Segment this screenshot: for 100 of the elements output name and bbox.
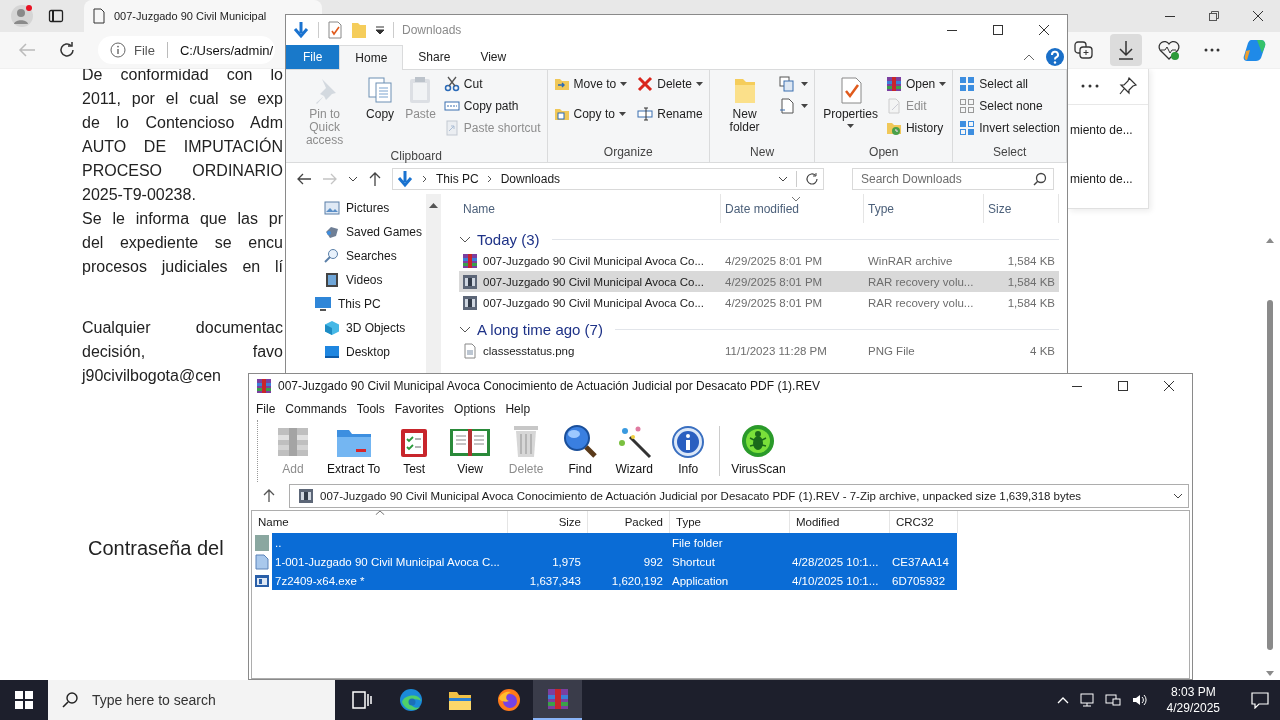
group-header[interactable]: A long time ago (7) (477, 321, 603, 338)
ribbon-button[interactable]: Properties (821, 73, 880, 145)
search-field[interactable]: Search Downloads (852, 167, 1054, 190)
scroll-up-icon[interactable] (429, 202, 438, 208)
column-header[interactable]: Name (459, 194, 721, 223)
sidebar-item[interactable]: Videos (286, 268, 426, 292)
volume-icon[interactable] (1130, 692, 1147, 708)
sidebar-item[interactable]: Pictures (286, 196, 426, 220)
ribbon-tab[interactable]: Share (403, 45, 466, 69)
taskbar-button[interactable] (533, 680, 582, 720)
file-row[interactable]: 007-Juzgado 90 Civil Municipal Avoca Co... 4/29/2025 8:01 PM RAR recovery volu... 1,584 KB (459, 292, 1059, 313)
menu-item[interactable]: Help (500, 402, 536, 416)
collapse-ribbon-icon[interactable] (1023, 53, 1035, 61)
toolbar-button[interactable]: Find (553, 420, 608, 482)
file-row[interactable]: 7z2409-x64.exe * 1,637,343 1,620,192 Application 4/10/2025 10:1... 6D705932 (272, 571, 957, 590)
pin-icon[interactable] (1118, 76, 1138, 96)
close-icon[interactable] (1038, 24, 1050, 36)
maximize-icon[interactable] (992, 24, 1004, 36)
column-header[interactable]: Size (984, 194, 1059, 223)
path-dropdown[interactable]: 007-Juzgado 90 Civil Municipal Avoca Conocimiento de Actuación Judicial por Desacato PDF (1).REV - 7-Zip archive, unpacked size 1,639,318 bytes (289, 484, 1189, 508)
browser-icon[interactable] (398, 688, 423, 712)
download-item[interactable]: miento de... (1068, 105, 1133, 154)
file-row[interactable]: 007-Juzgado 90 Civil Municipal Avoca Co... 4/29/2025 8:01 PM WinRAR archive 1,584 KB (459, 250, 1059, 271)
menu-item[interactable]: Favorites (389, 402, 450, 416)
scrollbar[interactable] (1265, 236, 1275, 678)
clock[interactable]: 8:03 PM 4/29/2025 (1156, 684, 1230, 716)
menu-item[interactable]: Options (449, 402, 501, 416)
scroll-up-icon[interactable] (1265, 236, 1275, 244)
profile-icon[interactable] (10, 4, 34, 28)
maximize-icon[interactable] (1117, 380, 1129, 392)
file-row[interactable]: .. File folder (272, 533, 957, 552)
download-item[interactable]: miento de... (1068, 154, 1133, 203)
ribbon-button[interactable]: Select none (959, 95, 1060, 117)
ribbon-button[interactable]: Move to (553, 73, 628, 95)
dropdown-icon[interactable] (778, 174, 788, 183)
recent-caret-icon[interactable] (348, 174, 358, 183)
ribbon-button[interactable]: Open (885, 73, 947, 95)
sidebar-item[interactable]: Saved Games (286, 220, 426, 244)
file-row[interactable]: 1-001-Juzgado 90 Civil Municipal Avoca C... 1,975 992 Shortcut 4/28/2025 10:1... CE37AA14 (272, 552, 957, 571)
fox-globe-icon[interactable] (496, 688, 521, 712)
scrollbar[interactable] (426, 194, 441, 373)
ribbon-tab[interactable]: Home (339, 45, 404, 70)
ribbon-button[interactable] (779, 95, 809, 117)
file-row[interactable]: 007-Juzgado 90 Civil Municipal Avoca Co... 4/29/2025 8:01 PM RAR recovery volu... 1,584 KB (459, 271, 1059, 292)
toolbar-button[interactable]: View (441, 420, 500, 482)
help-icon[interactable] (1045, 47, 1065, 67)
ribbon-button[interactable]: Rename (637, 103, 703, 125)
monitor-network-icon[interactable] (1104, 692, 1121, 708)
task-view-icon[interactable] (350, 690, 373, 710)
taskbar-search-field[interactable]: Type here to search (48, 680, 335, 720)
tray-expand-icon[interactable] (1056, 696, 1069, 704)
folder-icon[interactable] (447, 689, 472, 711)
scroll-down-icon[interactable] (1265, 670, 1275, 678)
customize-caret-icon[interactable] (375, 25, 385, 35)
column-header[interactable]: Date modified (721, 194, 864, 223)
sidebar-item[interactable]: Searches (286, 244, 426, 268)
close-icon[interactable] (1252, 10, 1264, 22)
breadcrumb-item[interactable]: This PC (436, 171, 479, 186)
sidebar-item[interactable]: Desktop (286, 340, 426, 364)
toolbar-button[interactable]: Info (661, 420, 716, 482)
refresh-icon[interactable] (58, 41, 76, 59)
network-icon[interactable] (1078, 692, 1095, 708)
sidebar-item[interactable]: This PC (286, 292, 426, 316)
up-icon[interactable] (263, 489, 275, 503)
ribbon-button[interactable]: New folder (715, 73, 774, 145)
address-bar[interactable]: This PC Downloads (392, 167, 824, 190)
start-icon[interactable] (15, 691, 33, 709)
column-header[interactable]: Type (864, 194, 984, 223)
properties-icon[interactable] (327, 21, 343, 39)
restore-icon[interactable] (1208, 10, 1220, 22)
tab-actions-icon[interactable] (48, 8, 64, 24)
ribbon-button[interactable]: Copy (363, 73, 398, 149)
group-header[interactable]: Today (3) (477, 231, 540, 248)
notification-icon[interactable] (1251, 691, 1269, 709)
address-bar[interactable]: File C:/Users/admin/ (98, 36, 276, 64)
chevron-down-icon[interactable] (459, 324, 471, 335)
sidebar-item[interactable]: 3D Objects (286, 316, 426, 340)
chevron-down-icon[interactable] (459, 234, 471, 245)
menu-item[interactable]: File (251, 402, 281, 416)
ribbon-tab[interactable]: File (286, 45, 340, 69)
up-icon[interactable] (368, 170, 382, 187)
back-icon[interactable] (296, 171, 312, 186)
archive-icon[interactable] (545, 687, 570, 711)
refresh-icon[interactable] (805, 171, 819, 186)
breadcrumb-item[interactable]: Downloads (500, 171, 561, 186)
toolbar-button[interactable]: VirusScan (724, 420, 793, 482)
menu-item[interactable]: Tools (351, 402, 390, 416)
ribbon-button[interactable]: Cut (443, 73, 541, 95)
file-row[interactable]: classesstatus.png 11/1/2023 11:28 PM PNG File 4 KB (459, 340, 1059, 361)
ribbon-button[interactable] (779, 73, 809, 95)
download-icon[interactable] (292, 21, 310, 39)
browser-tab[interactable]: 007-Juzgado 90 Civil Municipal (84, 0, 322, 32)
ribbon-button[interactable]: Select all (959, 73, 1060, 95)
toolbar-button[interactable]: Wizard (607, 420, 662, 482)
ribbon-button[interactable]: Invert selection (959, 117, 1060, 139)
toolbar-button[interactable]: Extract To (320, 420, 388, 482)
ribbon-tab[interactable]: View (465, 45, 522, 69)
ribbon-button[interactable]: Delete (637, 73, 703, 95)
ribbon-button[interactable]: History (885, 117, 947, 139)
ribbon-button[interactable]: Copy to (553, 103, 628, 125)
